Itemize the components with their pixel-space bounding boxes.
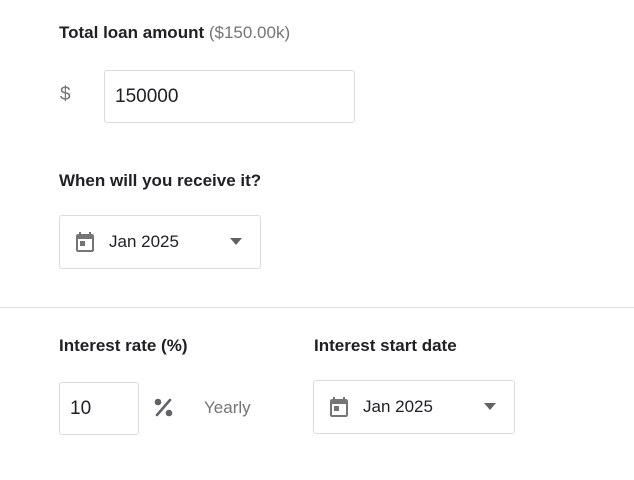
- interest-start-date-value: Jan 2025: [363, 397, 433, 416]
- receive-date-dropdown[interactable]: Jan 2025: [59, 215, 261, 269]
- calendar-icon: [76, 232, 94, 252]
- receive-date-value: Jan 2025: [109, 232, 179, 251]
- chevron-down-icon: [230, 238, 242, 245]
- calendar-icon: [330, 397, 348, 417]
- loan-amount-hint: ($150.00k): [208, 23, 291, 42]
- currency-symbol: $: [60, 84, 71, 105]
- loan-amount-input[interactable]: 150000: [104, 70, 355, 123]
- percent-icon: [154, 398, 173, 417]
- interest-period: Yearly: [204, 398, 251, 417]
- interest-start-date-dropdown[interactable]: Jan 2025: [313, 380, 515, 434]
- interest-start-date-label: Interest start date: [314, 336, 457, 355]
- interest-rate-label: Interest rate (%): [59, 336, 188, 355]
- chevron-down-icon: [484, 403, 496, 410]
- interest-rate-input[interactable]: 10: [59, 382, 139, 435]
- receive-date-label: When will you receive it?: [59, 171, 262, 190]
- section-divider: [0, 307, 634, 308]
- loan-amount-label: Total loan amount ($150.00k): [59, 23, 290, 43]
- loan-amount-title: Total loan amount: [59, 23, 205, 42]
